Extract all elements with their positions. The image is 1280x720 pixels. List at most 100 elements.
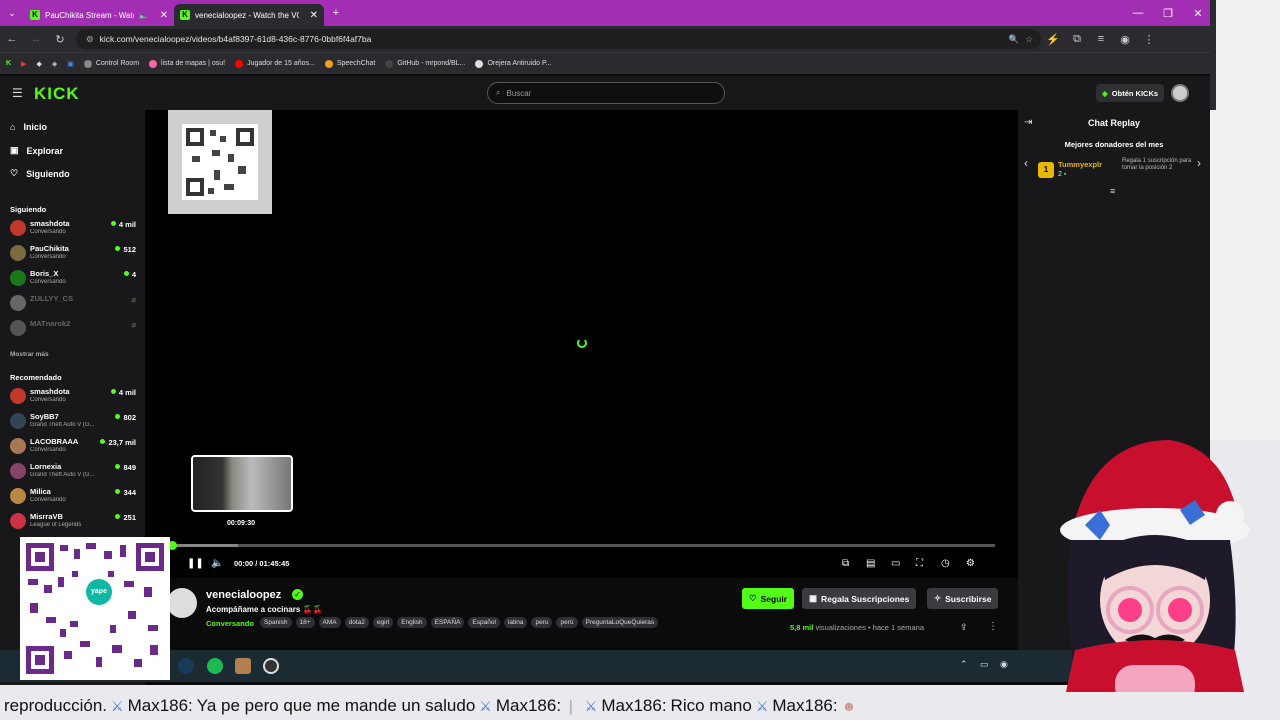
pointer-bookmark-icon[interactable]: ◆ (36, 60, 41, 68)
bookmark-github[interactable]: GitHub - mrpond/BL... (385, 59, 465, 68)
close-tab-icon[interactable]: ✕ (310, 10, 318, 21)
channel-row-soybb7[interactable]: SoyBB7 Grand Theft Auto V (G... 802 (10, 410, 136, 432)
new-tab-icon[interactable]: + (324, 7, 348, 19)
tag-chip[interactable]: latina (503, 617, 528, 628)
share-icon[interactable]: ⇪ (960, 622, 968, 633)
channel-row-smashdota[interactable]: smashdota Conversando 4 mil (10, 385, 136, 407)
donor-name[interactable]: Tummyexplr (1058, 160, 1102, 169)
chevron-up-icon[interactable]: ⌃ (960, 659, 968, 670)
tag-chip[interactable]: PreguntaLoQueQuieras (581, 617, 659, 628)
kick-bookmark-icon[interactable]: K (6, 60, 11, 67)
gift-subs-button[interactable]: ▦ Regala Suscripciones (802, 588, 917, 609)
subscribe-button[interactable]: ✧ Suscribirse (927, 588, 999, 609)
donor-promo: Regala 1 suscripción para tomar la posic… (1122, 158, 1192, 171)
tab-venecialoopez[interactable]: K venecialoopez - Watch the VOD ✕ (174, 4, 324, 26)
chevron-left-icon[interactable]: ‹ (1024, 156, 1028, 170)
browser-menu-icon[interactable]: ⋮ (1137, 33, 1161, 46)
channel-row-matnarok2[interactable]: MATnarok2 ⌀ (10, 317, 136, 339)
tab-search-icon[interactable]: ⌄ (0, 8, 24, 19)
tag-chip[interactable]: egirl (372, 617, 394, 628)
channel-name[interactable]: venecialoopez (206, 589, 281, 601)
tag-chip[interactable]: AMA (318, 617, 341, 628)
profile-icon[interactable]: ◉ (1113, 33, 1137, 46)
zoom-icon[interactable]: 🔍 (1009, 34, 1020, 45)
tag-chip[interactable]: ESPAÑA (430, 617, 465, 628)
tag-chip[interactable]: English (397, 617, 427, 628)
tag-chip[interactable]: peru (531, 617, 553, 628)
chrome-icon[interactable] (263, 658, 279, 674)
tag-chip[interactable]: Español (468, 617, 500, 628)
channel-row-pauchikita[interactable]: PauChikita Conversando 512 (10, 242, 136, 264)
shield-bookmark-icon[interactable]: ▣ (67, 60, 74, 68)
extensions-puzzle-icon[interactable]: ⧉ (1065, 33, 1089, 46)
tag-chip[interactable]: Spanish (260, 617, 292, 628)
pause-icon[interactable]: ❚❚ (187, 558, 204, 569)
seek-bar[interactable] (172, 544, 995, 547)
more-options-icon[interactable]: ⋮ (988, 621, 998, 632)
bookmark-control-room[interactable]: Control Room (83, 59, 139, 68)
nav-siguiendo[interactable]: ♡ Siguiendo (10, 168, 70, 179)
get-kicks-button[interactable]: ◈ Obtén KICKs (1096, 84, 1165, 102)
channel-row-lornexia[interactable]: Lornexia Grand Theft Auto V (G... 849 (10, 460, 136, 482)
app-icon[interactable] (235, 658, 251, 674)
playback-speed-icon[interactable]: ◷ (941, 558, 950, 569)
extension-icon[interactable]: ⚡ (1041, 33, 1065, 46)
channel-row-lacobraaa[interactable]: LACOBRAAA Conversando 23,7 mil (10, 435, 136, 457)
tag-chip[interactable]: 18+ (295, 617, 315, 628)
bookmark-osu[interactable]: lista de mapas | osu! (149, 59, 225, 68)
tab-title: PauChikita Stream - Watch (45, 10, 134, 20)
settings-gear-icon[interactable]: ⚙ (966, 558, 975, 569)
close-window-icon[interactable]: ✕ (1186, 7, 1210, 20)
kick-logo[interactable]: KICK (34, 84, 80, 104)
bookmark-star-icon[interactable]: ☆ (1025, 34, 1033, 45)
search-placeholder: Buscar (506, 88, 532, 98)
nav-explorar[interactable]: ▣ Explorar (10, 145, 63, 156)
channel-row-misrravb[interactable]: MisrraVB League of Legends 251 (10, 510, 136, 532)
bookmark-jugador[interactable]: Jugador de 15 años... (235, 59, 315, 68)
steam-icon[interactable] (178, 658, 194, 674)
hamburger-menu-icon[interactable]: ☰ (12, 86, 23, 100)
reload-icon[interactable]: ↻ (48, 33, 72, 46)
search-input[interactable]: ⌕ Buscar (487, 82, 725, 104)
tag-chip[interactable]: perú (556, 617, 578, 628)
fullscreen-icon[interactable]: ⛶ (916, 558, 923, 569)
show-more-link[interactable]: Mostrar más (10, 351, 49, 358)
minimize-icon[interactable]: — (1126, 7, 1150, 19)
reading-list-icon[interactable]: ≡ (1089, 33, 1113, 45)
follow-button[interactable]: ♡ Seguir (742, 588, 795, 609)
tag-chip[interactable]: dota2 (344, 617, 369, 628)
bookmark-dot-icon (475, 59, 484, 68)
expand-icon[interactable]: ≡ (1110, 186, 1115, 196)
view-stats: 5,8 mil visualizaciones • hace 1 semana (790, 623, 924, 632)
compass-icon: ▣ (10, 145, 19, 155)
back-icon[interactable]: ← (0, 33, 24, 45)
speaker-icon[interactable]: 🔈 (139, 11, 149, 20)
network-icon[interactable]: ◉ (1000, 659, 1008, 670)
channel-row-milica[interactable]: Milica Conversando 344 (10, 485, 136, 507)
channel-row-zullyy_cs[interactable]: ZULLYY_CS ⌀ (10, 292, 136, 314)
extension-bookmark-icon[interactable]: ◈ (52, 60, 57, 68)
channel-row-smashdota[interactable]: smashdota Conversando 4 mil (10, 217, 136, 239)
youtube-bookmark-icon[interactable]: ▶ (21, 60, 26, 68)
address-bar[interactable]: ⚙ kick.com/venecialoopez/videos/b4af8397… (76, 29, 1041, 49)
bookmark-speechchat[interactable]: SpeechChat (324, 59, 375, 68)
chevron-right-icon[interactable]: › (1197, 156, 1201, 170)
maximize-icon[interactable]: ❐ (1156, 7, 1180, 20)
forward-icon[interactable]: → (24, 33, 48, 45)
bookmark-orejera[interactable]: Orejera Antiruido P... (475, 59, 552, 68)
clip-icon[interactable]: ▤ (866, 558, 875, 569)
user-avatar[interactable] (1171, 84, 1189, 102)
tab-pauchikita[interactable]: K PauChikita Stream - Watch 🔈 ✕ (24, 4, 174, 26)
kick-favicon-icon: K (180, 10, 190, 20)
video-player[interactable]: 00:09:30 ❚❚ 🔈 00:00 / 01:45:45 ⧉ ▤ ▭ ⛶ ◷… (145, 110, 1018, 578)
stream-category[interactable]: Conversando (206, 619, 254, 628)
channel-avatar[interactable] (167, 588, 197, 618)
close-tab-icon[interactable]: ✕ (160, 10, 168, 21)
volume-icon[interactable]: 🔈 (211, 558, 223, 569)
theater-mode-icon[interactable]: ▭ (891, 558, 900, 569)
spotify-icon[interactable] (207, 658, 223, 674)
nav-inicio[interactable]: ⌂ Inicio (10, 122, 47, 132)
channel-row-boris_x[interactable]: Boris_X Conversando 4 (10, 267, 136, 289)
site-info-icon[interactable]: ⚙ (86, 34, 94, 45)
miniplayer-icon[interactable]: ⧉ (842, 558, 849, 569)
